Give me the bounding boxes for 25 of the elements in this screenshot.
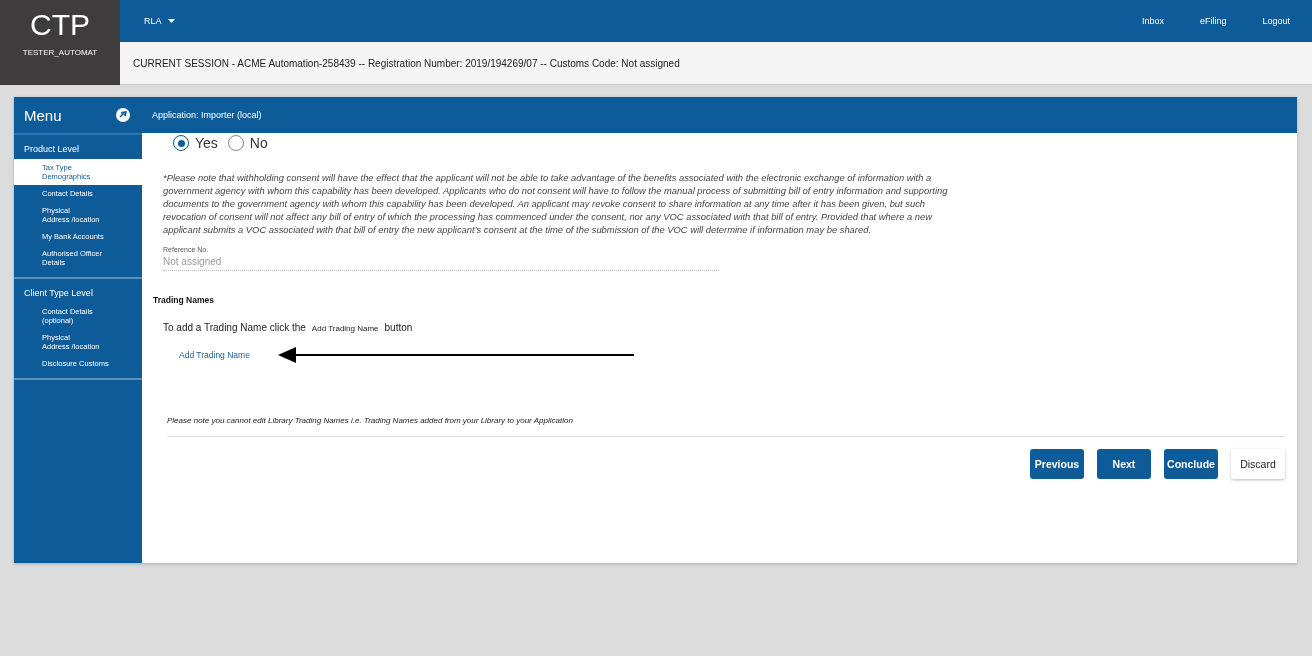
nav-link[interactable]: eFiling — [1199, 16, 1227, 26]
action-button[interactable]: Conclude — [1164, 449, 1218, 479]
add-trading-name-link[interactable]: Add Trading Name — [179, 350, 250, 360]
page-title: Application: Importer (local) — [152, 110, 262, 120]
radio-option[interactable]: No — [227, 135, 268, 151]
dropdown-button[interactable]: RLA — [144, 16, 175, 26]
action-button[interactable]: Discard — [1231, 449, 1285, 479]
footnote: Please note you cannot edit Library Trading Names i.e. Trading Names added from your Library to your Application — [167, 416, 1285, 437]
logo-text: CTP — [30, 8, 90, 42]
button-reference: Add Trading Name — [311, 324, 379, 333]
session-info: CURRENT SESSION - ACME Automation-258439 -- Registration Number: 2019/194269/07 -- Customs Code: Not assigned — [133, 57, 680, 69]
radio-option[interactable]: Yes — [173, 135, 218, 151]
nav-link[interactable]: Logout — [1262, 16, 1290, 26]
action-button[interactable]: Previous — [1030, 449, 1084, 479]
action-button[interactable]: Next — [1097, 449, 1151, 479]
instruction-text: To add a Trading Name click the — [163, 322, 306, 333]
menu-title: Menu — [24, 106, 62, 124]
nav-link[interactable]: Inbox — [1141, 16, 1164, 26]
menu-section-title: Product Level — [23, 143, 81, 156]
username: TESTER_AUTOMAT — [22, 48, 98, 57]
consent-note: *Please note that withholding consent will have the effect that the applicant will not be able to take advantage of the benefits associated with the electronic exchange of information with a government agency with whom this capability has been developed. Applicants who do not consent will have to follow the manual process of submitting bill of entry information and supporting documents to the government agency with whom this capability has been developed. An applicant may revoke consent to share information at any time after it has been given, but such revocation of consent will not affect any bill of entry of which the processing has commenced under the consent, nor any VOC associated with that bill of entry. Provided that where a new applicant submits a VOC associated with that bill of entry the new applicant’s consent at the time of the submission of the VOC will determine if information may be shared. — [163, 171, 949, 236]
section-title: Trading Names — [153, 295, 215, 305]
caret-icon — [167, 19, 175, 23]
menu-section-title: Client Type Level — [23, 287, 94, 300]
instruction-text: button — [384, 322, 413, 333]
